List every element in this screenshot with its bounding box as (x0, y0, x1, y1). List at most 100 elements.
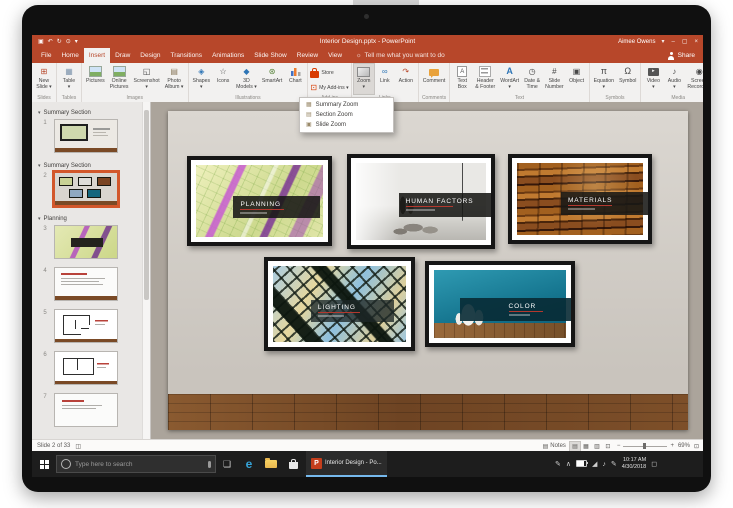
slide-2-thumbnail[interactable] (54, 172, 118, 206)
date-time-button[interactable]: ◷Date &Time (522, 64, 542, 94)
slide-number-button[interactable]: #SlideNumber (543, 64, 565, 94)
frame-human-factors[interactable]: HUMAN FACTORS (347, 154, 495, 249)
touch-mode-icon[interactable]: ⊙ (66, 39, 71, 45)
restore-icon[interactable]: ▢ (682, 39, 688, 45)
tab-insert[interactable]: Insert (84, 48, 110, 63)
online-pictures-button[interactable]: OnlinePictures (108, 64, 131, 94)
start-button[interactable] (32, 451, 56, 477)
smartart-button[interactable]: ⊛SmartArt (260, 64, 284, 94)
reading-view-icon[interactable]: ▥ (592, 442, 602, 451)
microsoft-store-icon[interactable] (282, 451, 304, 477)
user-name[interactable]: Aimee Owens (618, 39, 655, 45)
file-explorer-icon[interactable] (260, 451, 282, 477)
customize-quick-access-icon[interactable]: ▾ (75, 39, 78, 45)
tab-view[interactable]: View (323, 48, 347, 63)
menu-item-slide-zoom[interactable]: ▣Slide Zoom (300, 120, 393, 130)
screen-recording-button[interactable]: ◉ScreenRecording (685, 64, 703, 94)
slide-6-thumbnail[interactable] (54, 351, 118, 385)
taskbar-powerpoint-button[interactable]: P Interior Design - Po... (306, 451, 387, 477)
text-box-button[interactable]: ATextBox (452, 64, 472, 94)
frame-lighting[interactable]: LIGHTING (264, 257, 415, 351)
undo-icon[interactable]: ↶ (48, 39, 53, 45)
slide-5-thumbnail[interactable] (54, 309, 118, 343)
new-slide-button[interactable]: ⊞NewSlide ▾ (34, 64, 54, 94)
shapes-button[interactable]: ◈Shapes▾ (191, 64, 213, 94)
close-icon[interactable]: × (694, 39, 698, 45)
photo-album-button[interactable]: ▤PhotoAlbum ▾ (163, 64, 186, 94)
action-button[interactable]: ↷Action (396, 64, 416, 94)
menu-item-section-zoom[interactable]: ▤Section Zoom (300, 110, 393, 120)
clock[interactable]: 10:17 AM 4/30/2018 (622, 457, 646, 471)
volume-icon[interactable]: ♪ (602, 461, 606, 468)
3d-models-button[interactable]: ◆3DModels ▾ (234, 64, 259, 94)
frame-planning[interactable]: PLANNING (187, 156, 332, 246)
scrollbar-thumb[interactable] (144, 110, 149, 300)
audio-button[interactable]: ♪Audio▾ (664, 64, 684, 94)
equation-button[interactable]: πEquation▾ (592, 64, 616, 94)
link-button[interactable]: ∞Link (375, 64, 395, 94)
save-icon[interactable]: ▣ (38, 39, 44, 45)
slide-1-thumbnail[interactable] (54, 119, 118, 153)
share-button[interactable]: Share (668, 48, 695, 63)
frame-materials[interactable]: MATERIALS (508, 154, 652, 244)
ribbon-display-options-icon[interactable]: ▾ (661, 39, 664, 45)
section-header-planning[interactable]: ▾Planning (32, 214, 142, 224)
zoom-percentage[interactable]: 69% (678, 443, 690, 449)
microphone-icon[interactable] (208, 461, 211, 468)
slide-3-thumbnail[interactable] (54, 225, 118, 259)
taskbar-search[interactable]: Type here to search (56, 455, 216, 473)
zoom-button[interactable]: Zoom▾ (354, 64, 374, 94)
minimize-icon[interactable]: – (671, 39, 674, 45)
tab-file[interactable]: File (36, 48, 56, 63)
store-button[interactable]: Store (310, 67, 333, 79)
wordart-button[interactable]: AWordArt▾ (498, 64, 521, 94)
zoom-out-button[interactable]: − (617, 443, 621, 449)
my-add-ins-button[interactable]: ⊡My Add-ins ▾ (310, 82, 348, 94)
symbol-button[interactable]: ΩSymbol (617, 64, 638, 94)
slide-sorter-view-icon[interactable]: ▦ (581, 442, 591, 451)
windows-ink-icon[interactable]: ✎ (555, 461, 561, 468)
tell-me-box[interactable]: ☼ Tell me what you want to do (356, 48, 445, 63)
frame-color[interactable]: COLOR (425, 261, 575, 347)
object-button[interactable]: ▣Object (567, 64, 587, 94)
zoom-in-button[interactable]: + (670, 443, 674, 449)
tab-animations[interactable]: Animations (207, 48, 249, 63)
header-footer-button[interactable]: Header& Footer (473, 64, 497, 94)
video-icon: ▸ (648, 66, 659, 77)
fit-slide-icon[interactable]: ⊡ (694, 443, 699, 450)
network-icon[interactable]: ◢ (592, 461, 597, 468)
task-view-icon[interactable]: ❏ (216, 451, 238, 477)
tab-design[interactable]: Design (135, 48, 165, 63)
redo-icon[interactable]: ↻ (57, 39, 62, 45)
tab-home[interactable]: Home (56, 48, 83, 63)
screenshot-button[interactable]: ◱Screenshot▾ (132, 64, 162, 94)
tab-draw[interactable]: Draw (110, 48, 135, 63)
comment-button[interactable]: Comment (421, 64, 448, 94)
slideshow-view-icon[interactable]: ⊡ (603, 442, 613, 451)
panel-scrollbar[interactable] (142, 102, 150, 439)
section-header-summary-section[interactable]: ▾Summary Section (32, 161, 142, 171)
section-header-summary-section[interactable]: ▾Summary Section (32, 108, 142, 118)
menu-item-summary-zoom[interactable]: ▦Summary Zoom (300, 100, 393, 110)
notes-button[interactable]: ▤ Notes (543, 443, 566, 450)
normal-view-icon[interactable]: ▤ (570, 442, 580, 451)
zoom-slider-thumb[interactable] (643, 443, 646, 449)
action-center-icon[interactable]: ◻ (651, 461, 657, 468)
video-button[interactable]: ▸Video▾ (643, 64, 663, 94)
tab-transitions[interactable]: Transitions (166, 48, 208, 63)
icons-button[interactable]: ☆Icons (213, 64, 233, 94)
tab-review[interactable]: Review (292, 48, 323, 63)
accessibility-icon[interactable]: ◫ (75, 443, 81, 450)
pen-icon[interactable]: ✎ (611, 461, 617, 468)
slide-4-thumbnail[interactable] (54, 267, 118, 301)
pictures-button[interactable]: Pictures (84, 64, 107, 94)
table-button[interactable]: ▦Table▾ (59, 64, 79, 94)
tab-slide-show[interactable]: Slide Show (249, 48, 292, 63)
edge-icon[interactable]: e (238, 451, 260, 477)
current-slide[interactable]: PLANNINGHUMAN FACTORSMATERIALS LIGHTINGCO… (168, 111, 688, 430)
zoom-slider[interactable] (623, 446, 667, 447)
chart-button[interactable]: Chart (285, 64, 305, 94)
battery-icon[interactable] (576, 460, 587, 469)
slide-7-thumbnail[interactable] (54, 393, 118, 427)
hidden-icons-chevron-icon[interactable]: ∧ (566, 461, 571, 468)
